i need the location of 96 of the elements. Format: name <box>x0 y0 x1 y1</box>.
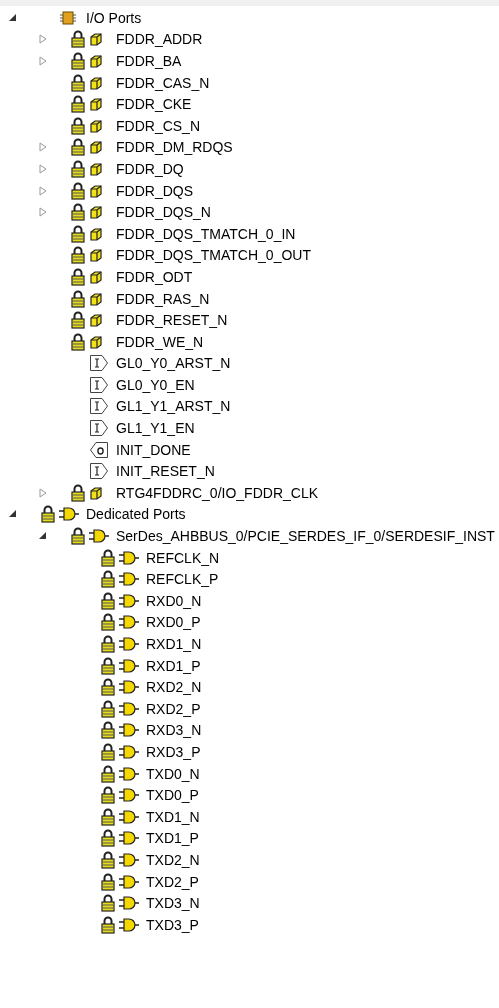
cube-icon <box>89 312 103 329</box>
tree-item-label[interactable]: FDDR_ODT <box>113 269 193 284</box>
tree-item-label[interactable]: FDDR_CAS_N <box>113 75 210 90</box>
tree-item-label[interactable]: FDDR_DQS <box>113 183 193 198</box>
tree-item-label[interactable]: FDDR_DQS_N <box>113 205 211 220</box>
cube-icon <box>89 31 103 48</box>
tree-item-label[interactable]: FDDR_DQ <box>113 161 184 176</box>
connector-icon <box>119 916 139 933</box>
cube-icon <box>89 247 103 264</box>
connector-icon <box>59 506 79 523</box>
chip-icon <box>59 9 77 26</box>
tree-item-label[interactable]: TXD1_P <box>143 831 199 846</box>
tree-item-label[interactable]: FDDR_WE_N <box>113 334 204 349</box>
tree-item-label[interactable]: TXD2_N <box>143 852 200 867</box>
tree-item-label[interactable]: RTG4FDDRC_0/IO_FDDR_CLK <box>113 485 318 500</box>
connector-icon <box>119 873 139 890</box>
collapsed-arrow-icon[interactable] <box>38 487 48 498</box>
connector-icon <box>119 592 139 609</box>
tree-item-label[interactable]: RXD2_P <box>143 701 201 716</box>
collapsed-arrow-icon[interactable] <box>38 163 48 174</box>
collapsed-arrow-icon[interactable] <box>38 207 48 218</box>
cube-icon <box>89 74 103 91</box>
cube-icon <box>89 117 103 134</box>
tree-item-label[interactable]: TXD3_P <box>143 917 199 932</box>
cube-icon <box>89 484 103 501</box>
expanded-arrow-icon[interactable] <box>8 509 18 520</box>
connector-icon <box>119 808 139 825</box>
collapsed-arrow-icon[interactable] <box>38 142 48 153</box>
tree-item-label[interactable]: FDDR_CKE <box>113 97 192 112</box>
input-port-icon <box>89 354 109 373</box>
connector-icon <box>119 722 139 739</box>
input-port-icon <box>89 419 109 438</box>
tree-item-label[interactable]: RXD3_N <box>143 723 202 738</box>
tree-item-label[interactable]: TXD1_N <box>143 809 200 824</box>
cube-icon <box>89 96 103 113</box>
tree-item-label[interactable]: GL0_Y0_ARST_N <box>113 356 231 371</box>
cube-icon <box>89 182 103 199</box>
input-port-icon <box>89 397 109 416</box>
tree-item-label[interactable]: I/O Ports <box>83 10 142 25</box>
cube-icon <box>89 53 103 69</box>
tree-item-label[interactable]: FDDR_BA <box>113 54 182 68</box>
tree-item-label[interactable]: TXD0_P <box>143 788 199 803</box>
expanded-arrow-icon[interactable] <box>8 12 18 23</box>
tree-item-label[interactable]: RXD1_P <box>143 658 201 673</box>
tree-item-label[interactable]: FDDR_RESET_N <box>113 313 228 328</box>
connector-icon <box>119 679 139 696</box>
connector-icon <box>119 571 139 588</box>
tree-item-label[interactable]: RXD2_N <box>143 680 202 695</box>
cube-icon <box>89 160 103 177</box>
cube-icon <box>89 333 103 350</box>
connector-icon <box>119 830 139 847</box>
tree-item-label[interactable]: FDDR_RAS_N <box>113 291 210 306</box>
tree-item-label[interactable]: GL1_Y1_EN <box>113 421 195 436</box>
tree-item-label[interactable]: TXD3_N <box>143 896 200 911</box>
connector-icon <box>119 895 139 912</box>
connector-icon <box>119 657 139 674</box>
connector-icon <box>119 700 139 717</box>
connector-icon <box>119 851 139 868</box>
tree-item-label[interactable]: FDDR_CS_N <box>113 118 200 133</box>
cube-icon <box>89 290 103 307</box>
cube-icon <box>89 268 103 285</box>
output-port-icon <box>89 440 109 459</box>
cube-icon <box>89 204 103 221</box>
tree-item-label[interactable]: FDDR_DM_RDQS <box>113 140 233 155</box>
expanded-arrow-icon[interactable] <box>38 531 48 542</box>
tree-item-label[interactable]: REFCLK_P <box>143 572 219 587</box>
connector-icon <box>119 614 139 631</box>
input-port-icon <box>89 462 109 481</box>
cube-icon <box>89 225 103 242</box>
collapsed-arrow-icon[interactable] <box>38 56 48 66</box>
tree-item-label[interactable]: INIT_DONE <box>113 442 191 457</box>
input-port-icon <box>89 375 109 394</box>
tree-item-label[interactable]: SerDes_AHBBUS_0/PCIE_SERDES_IF_0/SERDESIF_INST <box>113 529 495 544</box>
tree-item-label[interactable]: TXD0_N <box>143 766 200 781</box>
tree-item-label[interactable]: GL0_Y0_EN <box>113 377 195 392</box>
collapsed-arrow-icon[interactable] <box>38 185 48 196</box>
connector-icon <box>119 549 139 566</box>
tree-item-label[interactable]: FDDR_ADDR <box>113 32 203 47</box>
tree-item-label[interactable]: RXD3_P <box>143 745 201 759</box>
tree-item-label[interactable]: RXD0_P <box>143 615 201 630</box>
tree-item-label[interactable]: FDDR_DQS_TMATCH_0_OUT <box>113 248 311 263</box>
collapsed-arrow-icon[interactable] <box>38 34 48 45</box>
tree-item-label[interactable]: GL1_Y1_ARST_N <box>113 399 231 414</box>
connector-icon <box>119 744 139 760</box>
tree-item-label[interactable]: RXD0_N <box>143 593 202 608</box>
tree-item-label[interactable]: REFCLK_N <box>143 550 220 565</box>
connector-icon <box>89 528 109 545</box>
connector-icon <box>119 636 139 652</box>
tree-item-label[interactable]: FDDR_DQS_TMATCH_0_IN <box>113 226 296 241</box>
tree-item-label[interactable]: INIT_RESET_N <box>113 464 215 479</box>
connector-icon <box>119 765 139 782</box>
tree-item-label[interactable]: Dedicated Ports <box>83 507 186 522</box>
tree-item-label[interactable]: TXD2_P <box>143 874 199 889</box>
tree-item-label[interactable]: RXD1_N <box>143 637 202 651</box>
cube-icon <box>89 139 103 156</box>
connector-icon <box>119 787 139 804</box>
